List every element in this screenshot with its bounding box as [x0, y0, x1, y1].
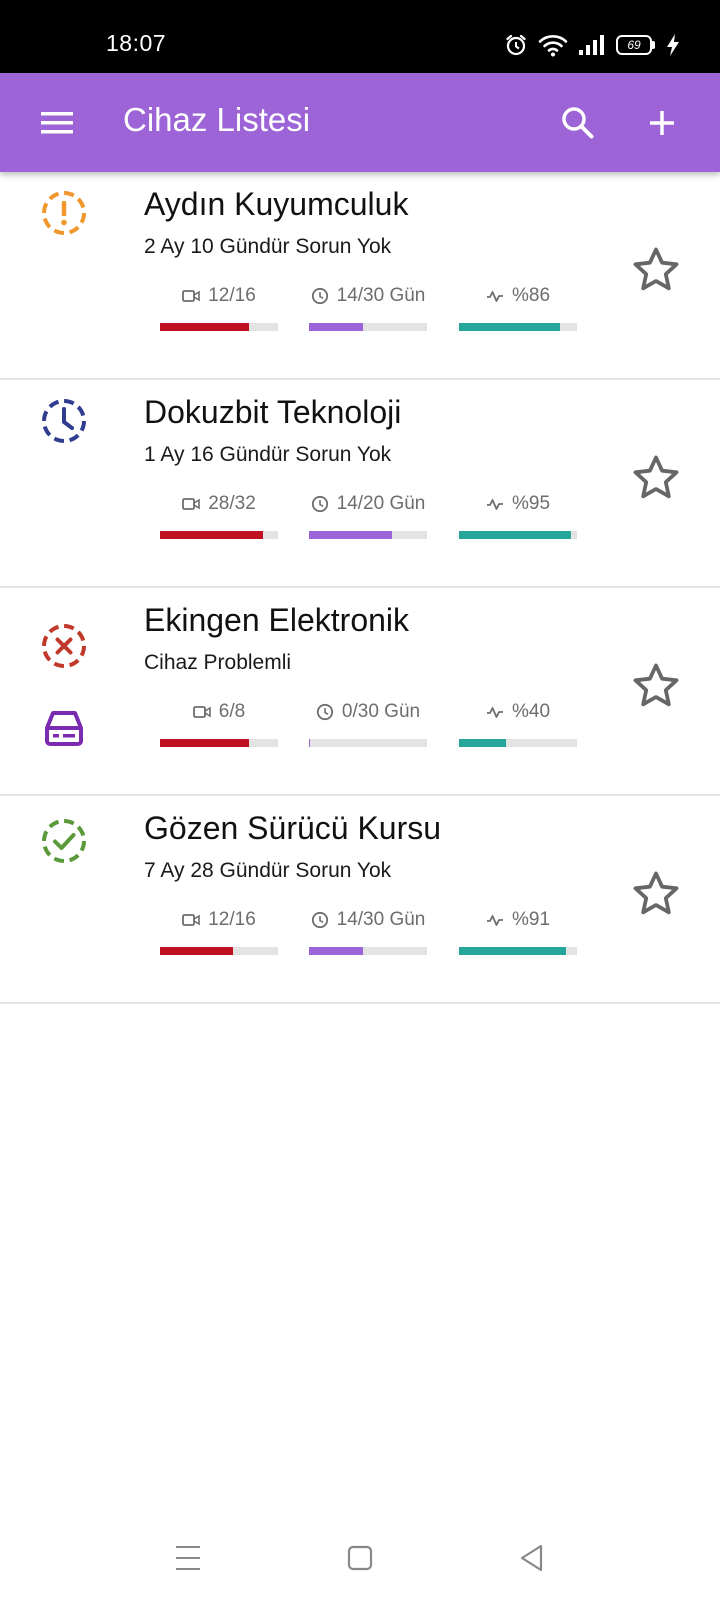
menu-icon: [41, 112, 73, 134]
days-progress-bar: [309, 323, 427, 331]
battery-level: 69: [627, 38, 641, 52]
favorite-button[interactable]: [630, 452, 682, 504]
storage-icon: [45, 711, 83, 746]
camera-progress-bar: [160, 531, 278, 539]
signal-icon: [579, 35, 604, 55]
device-status-text: 2 Ay 10 Gündür Sorun Yok: [144, 235, 392, 258]
alarm-icon: [506, 34, 526, 56]
device-name: Gözen Sürücü Kursu: [144, 810, 442, 846]
days-stat: 14/30 Gün: [309, 909, 427, 959]
charging-icon: [667, 34, 679, 56]
favorite-button[interactable]: [630, 660, 682, 712]
days-progress-bar: [309, 739, 427, 747]
health-percent: %91: [511, 909, 551, 930]
device-name: Aydın Kuyumculuk: [144, 186, 409, 222]
status-time: 18:07: [106, 30, 167, 56]
camera-progress-bar: [160, 739, 278, 747]
device-list-item[interactable]: Ekingen Elektronik Cihaz Problemli 6/8 0…: [0, 588, 720, 796]
health-percent: %95: [511, 493, 551, 514]
days-count: 14/20 Gün: [336, 493, 426, 514]
status-icons: 69: [504, 31, 680, 59]
pulse-icon: [486, 915, 503, 926]
device-list-item[interactable]: Gözen Sürücü Kursu 7 Ay 28 Gündür Sorun …: [0, 796, 720, 1004]
search-button[interactable]: [556, 101, 600, 145]
page-title: Cihaz Listesi: [123, 101, 311, 138]
app-bar: Cihaz Listesi: [0, 73, 720, 172]
pulse-icon: [486, 291, 503, 302]
days-stat: 14/20 Gün: [309, 493, 427, 543]
camera-count: 12/16: [208, 285, 256, 306]
check-circle-icon: [42, 819, 86, 863]
favorite-button[interactable]: [630, 868, 682, 920]
camera-stat: 6/8: [160, 701, 278, 751]
recents-button[interactable]: [168, 1538, 208, 1578]
camera-stat: 12/16: [160, 909, 278, 959]
warning-circle-icon: [42, 191, 86, 235]
health-progress-bar: [459, 323, 577, 331]
health-percent: %86: [511, 285, 551, 306]
health-progress-bar: [459, 947, 577, 955]
device-list-item[interactable]: Dokuzbit Teknoloji 1 Ay 16 Gündür Sorun …: [0, 380, 720, 588]
device-list-item[interactable]: Aydın Kuyumculuk 2 Ay 10 Gündür Sorun Yo…: [0, 172, 720, 380]
search-icon: [562, 107, 594, 139]
clock-icon: [316, 703, 334, 721]
system-nav-bar: [0, 1510, 720, 1600]
health-percent: %40: [511, 701, 551, 722]
camera-count: 6/8: [218, 701, 246, 722]
back-icon: [520, 1544, 543, 1572]
days-progress-bar: [309, 531, 427, 539]
status-bar: 18:07 69: [0, 0, 720, 73]
camera-stat: 12/16: [160, 285, 278, 335]
days-progress-bar: [309, 947, 427, 955]
health-stat: %95: [459, 493, 577, 543]
add-icon: [650, 111, 674, 135]
star-outline-icon: [633, 663, 679, 707]
device-name: Dokuzbit Teknoloji: [144, 394, 402, 430]
days-count: 14/30 Gün: [336, 909, 426, 930]
camera-stat: 28/32: [160, 493, 278, 543]
health-stat: %86: [459, 285, 577, 335]
battery-icon: 69: [616, 34, 656, 56]
health-stat: %40: [459, 701, 577, 751]
pulse-icon: [486, 499, 503, 510]
device-name: Ekingen Elektronik: [144, 602, 410, 638]
days-stat: 0/30 Gün: [309, 701, 427, 751]
days-count: 14/30 Gün: [336, 285, 426, 306]
error-circle-icon: [42, 624, 86, 668]
menu-button[interactable]: [34, 103, 80, 143]
device-list: Aydın Kuyumculuk 2 Ay 10 Gündür Sorun Yo…: [0, 172, 720, 1004]
camera-icon: [192, 706, 211, 718]
device-status-text: 7 Ay 28 Gündür Sorun Yok: [144, 859, 392, 882]
wifi-icon: [538, 35, 568, 57]
device-status-text: 1 Ay 16 Gündür Sorun Yok: [144, 443, 392, 466]
home-icon: [347, 1545, 373, 1571]
back-button[interactable]: [512, 1538, 552, 1578]
home-button[interactable]: [340, 1538, 380, 1578]
days-stat: 14/30 Gün: [309, 285, 427, 335]
clock-circle-icon: [42, 399, 86, 443]
clock-icon: [311, 495, 328, 513]
camera-count: 28/32: [208, 493, 256, 514]
recents-icon: [176, 1546, 200, 1570]
camera-progress-bar: [160, 323, 278, 331]
pulse-icon: [486, 707, 503, 718]
camera-count: 12/16: [208, 909, 256, 930]
clock-icon: [311, 911, 328, 929]
health-progress-bar: [459, 531, 577, 539]
health-stat: %91: [459, 909, 577, 959]
camera-progress-bar: [160, 947, 278, 955]
star-outline-icon: [633, 455, 679, 499]
device-status-text: Cihaz Problemli: [144, 651, 292, 674]
star-outline-icon: [633, 871, 679, 915]
days-count: 0/30 Gün: [341, 701, 421, 722]
camera-icon: [182, 498, 201, 510]
clock-icon: [311, 287, 328, 305]
camera-icon: [182, 290, 201, 302]
add-device-button[interactable]: [640, 101, 684, 145]
favorite-button[interactable]: [630, 244, 682, 296]
camera-icon: [182, 914, 201, 926]
health-progress-bar: [459, 739, 577, 747]
star-outline-icon: [633, 247, 679, 291]
